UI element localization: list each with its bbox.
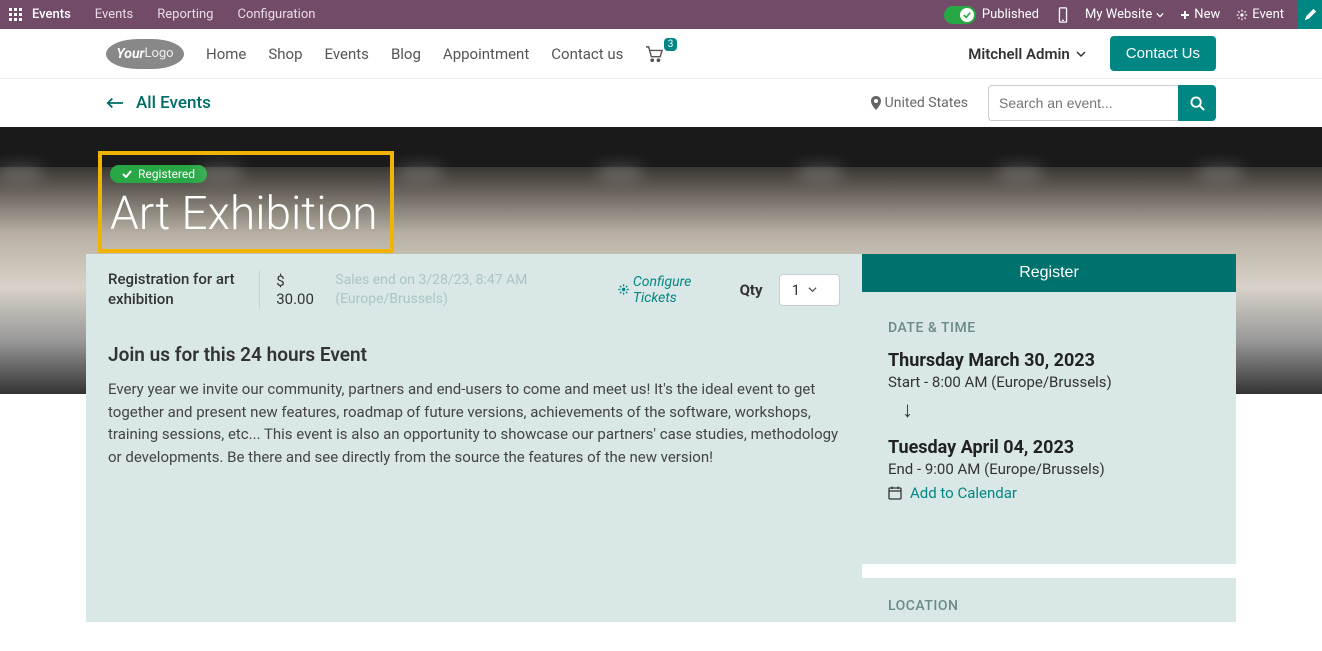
- my-website-menu[interactable]: My Website: [1085, 7, 1164, 22]
- search-input[interactable]: [988, 85, 1178, 121]
- chevron-down-icon: [1076, 49, 1086, 59]
- map-pin-icon: [871, 96, 881, 110]
- published-toggle[interactable]: Published: [944, 6, 1039, 24]
- start-time: Start - 8:00 AM (Europe/Brussels): [888, 373, 1210, 391]
- end-date: Tuesday April 04, 2023: [888, 437, 1210, 458]
- qty-label: Qty: [740, 281, 763, 299]
- new-button[interactable]: New: [1180, 7, 1220, 22]
- registered-badge: Registered: [110, 165, 207, 183]
- gear-icon: [618, 283, 629, 296]
- chevron-down-icon: [1156, 11, 1164, 19]
- apps-icon[interactable]: [8, 7, 24, 23]
- event-title-box: Registered Art Exhibition: [98, 151, 394, 253]
- app-brand[interactable]: Events: [32, 7, 71, 22]
- cart-icon: [645, 46, 663, 62]
- nav-shop[interactable]: Shop: [268, 45, 302, 63]
- nav-appointment[interactable]: Appointment: [443, 45, 529, 63]
- user-menu[interactable]: Mitchell Admin: [968, 45, 1086, 63]
- check-icon: [122, 170, 132, 178]
- nav-events[interactable]: Events: [325, 45, 369, 63]
- contact-us-button[interactable]: Contact Us: [1110, 36, 1216, 71]
- datetime-heading: DATE & TIME: [888, 320, 1210, 336]
- ticket-sales-end: Sales end on 3/28/23, 8:47 AM (Europe/Br…: [335, 271, 601, 307]
- location-filter[interactable]: United States: [871, 95, 968, 111]
- qty-select[interactable]: 1: [779, 274, 840, 306]
- ticket-name: Registration for art exhibition: [108, 270, 260, 309]
- nav-contact[interactable]: Contact us: [551, 45, 623, 63]
- published-label: Published: [982, 7, 1039, 22]
- calendar-icon: [888, 486, 902, 500]
- cart-badge: 3: [664, 38, 678, 51]
- start-date: Thursday March 30, 2023: [888, 350, 1210, 371]
- top-menu-configuration[interactable]: Configuration: [237, 7, 315, 22]
- gear-icon: [1236, 9, 1248, 21]
- event-settings-button[interactable]: Event: [1236, 7, 1284, 22]
- chevron-down-icon: [808, 285, 817, 294]
- cart-button[interactable]: 3: [645, 46, 663, 62]
- event-title: Art Exhibition: [110, 187, 378, 241]
- configure-tickets-link[interactable]: Configure Tickets: [618, 274, 724, 306]
- search-icon: [1190, 96, 1205, 111]
- register-button[interactable]: Register: [862, 254, 1236, 292]
- top-menu-reporting[interactable]: Reporting: [157, 7, 213, 22]
- arrow-down-icon: ↓: [902, 397, 1210, 423]
- plus-icon: [1180, 10, 1190, 20]
- location-heading: LOCATION: [888, 598, 1210, 614]
- nav-home[interactable]: Home: [206, 45, 246, 63]
- search-button[interactable]: [1178, 85, 1216, 121]
- edit-button[interactable]: [1298, 0, 1322, 29]
- ticket-price: $ 30.00: [276, 272, 319, 308]
- nav-blog[interactable]: Blog: [391, 45, 421, 63]
- logo[interactable]: YourLogo: [106, 39, 184, 69]
- mobile-icon[interactable]: [1057, 7, 1069, 23]
- arrow-left-icon: [106, 97, 124, 109]
- description-body: Every year we invite our community, part…: [108, 378, 840, 468]
- description-heading: Join us for this 24 hours Event: [108, 343, 840, 366]
- pencil-icon: [1303, 8, 1317, 22]
- add-to-calendar-link[interactable]: Add to Calendar: [888, 484, 1017, 502]
- top-menu-events[interactable]: Events: [95, 7, 133, 22]
- end-time: End - 9:00 AM (Europe/Brussels): [888, 460, 1210, 478]
- all-events-link[interactable]: All Events: [106, 93, 211, 113]
